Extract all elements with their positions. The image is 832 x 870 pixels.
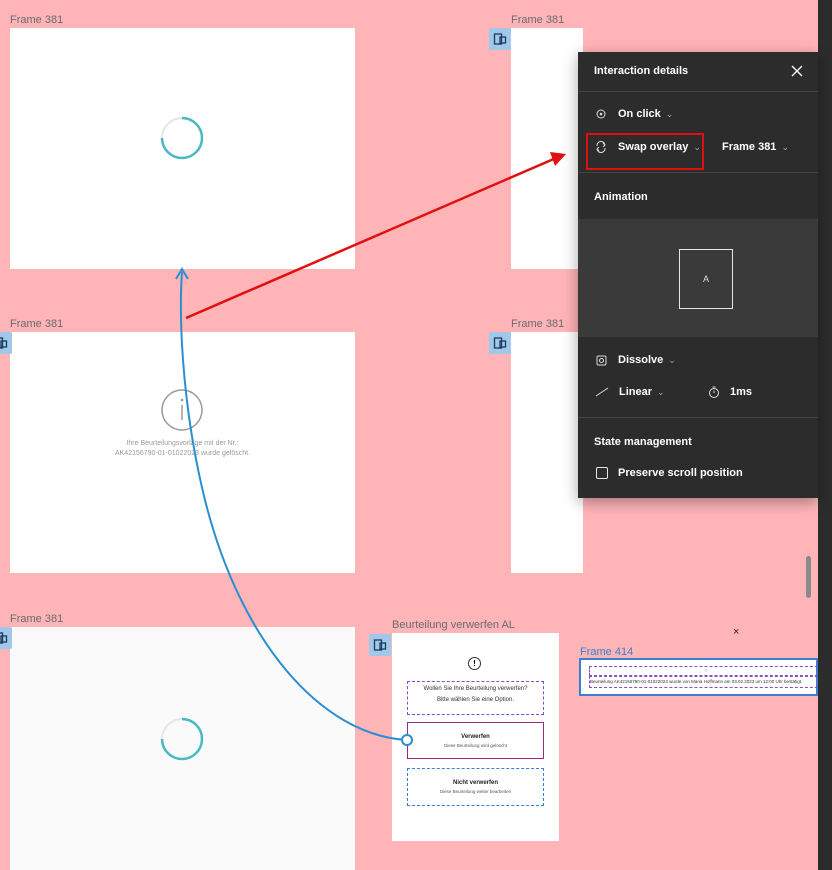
- frame-414[interactable]: ○ Beurteilung AK42156790-01-01022023 wur…: [579, 658, 823, 696]
- duration-field[interactable]: 1ms: [708, 386, 752, 398]
- question-line2: Bitte wählen Sie eine Option.: [436, 697, 515, 703]
- info-circle-icon: [161, 389, 203, 431]
- state-management-heading: State management: [594, 436, 692, 448]
- chevron-down-icon: ⌄: [668, 354, 676, 365]
- canvas-scrollbar[interactable]: [806, 556, 811, 598]
- trigger-dropdown[interactable]: On click ⌄: [596, 108, 673, 120]
- linear-easing-icon: [595, 387, 609, 397]
- animation-heading: Animation: [594, 191, 648, 203]
- easing-label: Linear: [619, 386, 653, 398]
- frame-414-label[interactable]: Frame 414: [580, 646, 633, 658]
- frame-414-close-icon[interactable]: ×: [733, 626, 739, 638]
- action-dropdown[interactable]: Swap overlay ⌄: [595, 141, 701, 153]
- keep-option-title: Nicht verwerfen: [452, 780, 498, 786]
- interaction-details-panel: Interaction details On click ⌄ Swap overl…: [578, 52, 818, 498]
- component-label[interactable]: Beurteilung verwerfen AL: [392, 619, 515, 631]
- question-block: Wollen Sie Ihre Beurteilung verwerfen? B…: [407, 681, 544, 715]
- discard-option-title: Verwerfen: [461, 734, 490, 740]
- frame-414-message: Beurteilung AK42156790-01-01022023 wurde…: [589, 676, 823, 688]
- chevron-down-icon: ⌄: [657, 386, 665, 397]
- preserve-scroll-label: Preserve scroll position: [618, 467, 743, 479]
- frame-bottom-left[interactable]: [10, 627, 355, 870]
- blue-connector-arrowhead: [175, 267, 189, 280]
- prototype-overlay-icon[interactable]: [489, 28, 511, 50]
- frame-label-mid-right[interactable]: Frame 381: [511, 318, 564, 330]
- swap-icon: [596, 141, 606, 153]
- frame-label-mid-left[interactable]: Frame 381: [10, 318, 63, 330]
- frame-mid-right[interactable]: [511, 332, 583, 573]
- loading-spinner-icon: [160, 116, 204, 160]
- prototype-overlay-icon[interactable]: [0, 627, 12, 649]
- destination-label: Frame 381: [722, 141, 777, 153]
- destination-dropdown[interactable]: Frame 381 ⌄: [722, 141, 789, 153]
- canvas-right-edge: [818, 0, 832, 870]
- chevron-down-icon: ⌄: [665, 108, 674, 119]
- panel-title: Interaction details: [594, 65, 689, 77]
- animation-preview: A: [578, 219, 818, 337]
- checkbox-box[interactable]: [596, 467, 608, 479]
- frame-mid-left[interactable]: Ihre Beurteilungsvorlage mit der Nr.: AK…: [10, 332, 355, 573]
- transition-label: Dissolve: [618, 354, 664, 366]
- frame-label-bottom-left[interactable]: Frame 381: [10, 613, 63, 625]
- chevron-down-icon: ⌄: [693, 141, 701, 152]
- discard-option-sub: Diese Beurteilung wird gelöscht: [443, 743, 508, 748]
- frame-label-top-right[interactable]: Frame 381: [511, 14, 564, 26]
- discard-option-button[interactable]: Verwerfen Diese Beurteilung wird gelösch…: [407, 722, 544, 759]
- deleted-message: Ihre Beurteilungsvorlage mit der Nr.: AK…: [50, 439, 315, 459]
- deleted-message-line1: Ihre Beurteilungsvorlage mit der Nr.:: [126, 440, 239, 447]
- divider: [578, 172, 818, 173]
- trigger-icon: [596, 109, 606, 119]
- preserve-scroll-checkbox[interactable]: Preserve scroll position: [596, 467, 743, 479]
- close-icon[interactable]: [791, 65, 803, 77]
- frame-top-right[interactable]: [511, 28, 583, 269]
- keep-option-button[interactable]: Nicht verwerfen Diese Beurteilung weiter…: [407, 768, 544, 806]
- loading-spinner-icon: [160, 717, 204, 761]
- prototype-overlay-icon[interactable]: [489, 332, 511, 354]
- timer-icon: [709, 386, 719, 398]
- question-line1: Wollen Sie Ihre Beurteilung verwerfen?: [423, 686, 528, 692]
- easing-dropdown[interactable]: Linear ⌄: [595, 386, 665, 398]
- action-label: Swap overlay: [618, 141, 689, 153]
- animation-preview-frame: A: [679, 249, 733, 309]
- frame-top-left[interactable]: [10, 28, 355, 269]
- deleted-message-line2: AK42156790-01-01022023 wurde gelöscht.: [114, 450, 251, 457]
- frame-label-top-left[interactable]: Frame 381: [10, 14, 63, 26]
- alert-icon: !: [468, 657, 481, 670]
- keep-option-sub: Diese Beurteilung weiter bearbeiten: [439, 789, 512, 794]
- chevron-down-icon: ⌄: [781, 141, 789, 152]
- prototype-overlay-icon[interactable]: [0, 332, 12, 354]
- dissolve-icon: [596, 355, 607, 365]
- trigger-label: On click: [618, 108, 661, 120]
- divider: [578, 91, 818, 92]
- discard-dialog-component[interactable]: ! Wollen Sie Ihre Beurteilung verwerfen?…: [392, 633, 559, 841]
- frame-414-icon-row: ○: [589, 666, 823, 676]
- transition-dropdown[interactable]: Dissolve ⌄: [596, 354, 676, 366]
- prototype-overlay-icon[interactable]: [369, 634, 391, 656]
- divider: [578, 417, 818, 418]
- duration-value: 1ms: [730, 386, 753, 398]
